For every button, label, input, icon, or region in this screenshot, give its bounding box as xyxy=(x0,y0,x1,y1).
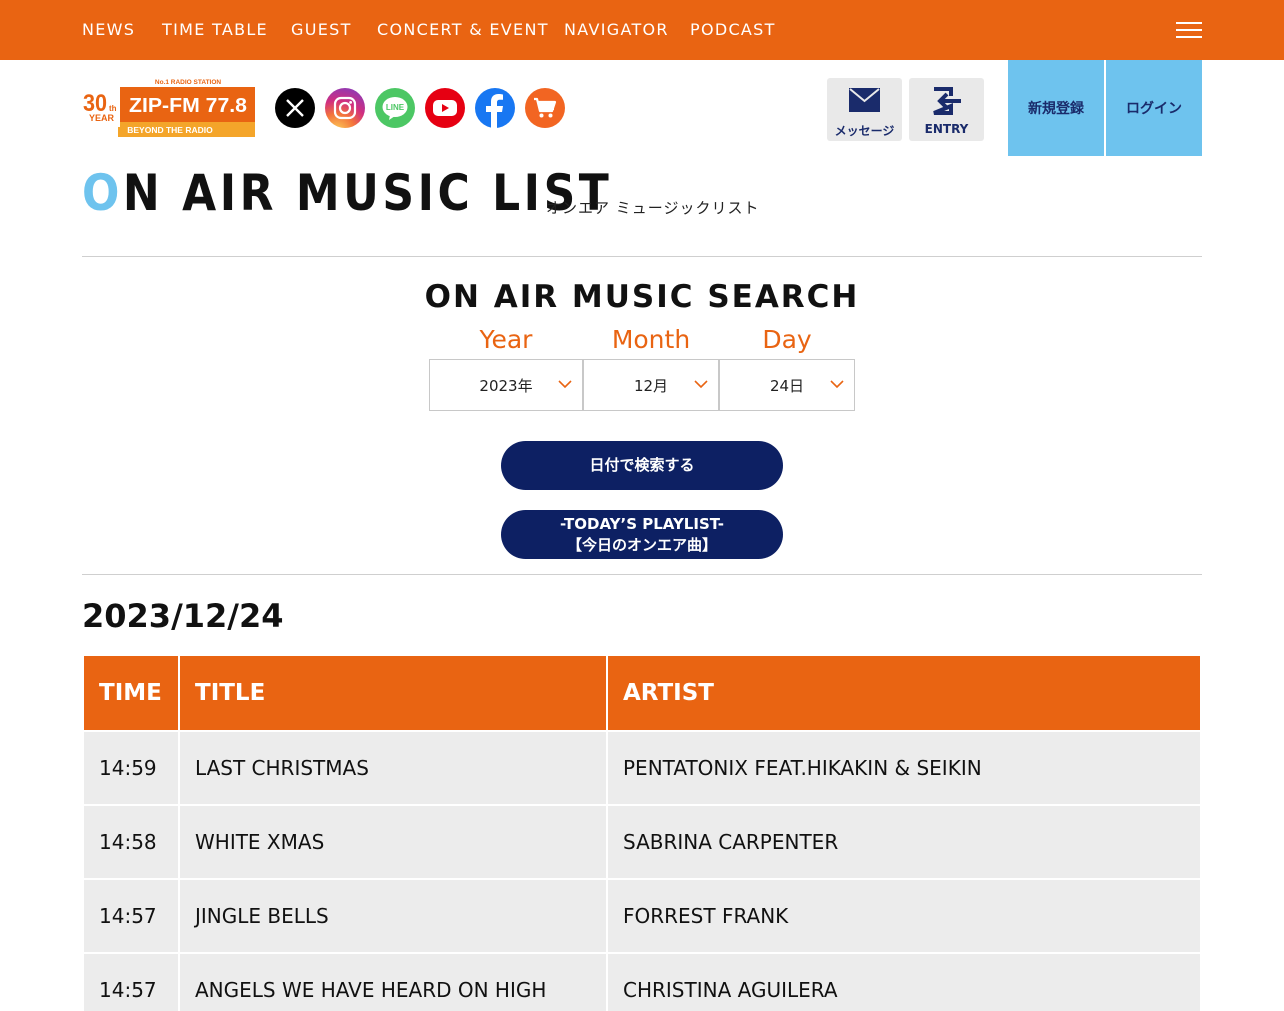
cell-title: ANGELS WE HAVE HEARD ON HIGH xyxy=(180,954,606,1011)
logo-name: ZIP-FM 77.8 xyxy=(129,95,247,117)
playlist-table: TIME TITLE ARTIST 14:59 LAST CHRISTMAS P… xyxy=(82,654,1202,1011)
chevron-down-icon xyxy=(694,380,708,389)
nav-item-navigator[interactable]: NAVIGATOR xyxy=(564,20,669,39)
cell-artist: FORREST FRANK xyxy=(608,880,1200,952)
playlist-date: 2023/12/24 xyxy=(82,597,284,635)
cart-icon[interactable] xyxy=(525,88,565,128)
year-label: Year xyxy=(479,325,533,354)
year-select-value: 2023年 xyxy=(479,376,533,395)
cell-title: LAST CHRISTMAS xyxy=(180,732,606,804)
todays-playlist-button[interactable]: -TODAY’S PLAYLIST- 【今日のオンエア曲】 xyxy=(501,510,783,559)
nav-item-guest[interactable]: GUEST xyxy=(291,20,352,39)
divider-bottom xyxy=(82,574,1202,575)
table-row: 14:57 JINGLE BELLS FORREST FRANK xyxy=(84,880,1200,952)
column-header-artist: ARTIST xyxy=(608,656,1200,730)
cell-time: 14:59 xyxy=(84,732,178,804)
nav-item-concert-event[interactable]: CONCERT & EVENT xyxy=(377,20,549,39)
chevron-down-icon xyxy=(558,380,572,389)
search-heading: ON AIR MUSIC SEARCH xyxy=(424,279,860,315)
cell-time: 14:58 xyxy=(84,806,178,878)
site-logo[interactable]: No.1 RADIO STATION ZIP-FM 77.8 BEYOND TH… xyxy=(82,77,255,138)
day-label: Day xyxy=(762,325,812,354)
line-icon-text: LINE xyxy=(386,103,405,112)
message-button-label: メッセージ xyxy=(834,124,895,138)
nav-item-news[interactable]: NEWS xyxy=(82,20,135,39)
column-header-time: TIME xyxy=(84,656,178,730)
mail-icon xyxy=(849,88,880,112)
column-header-title: TITLE xyxy=(180,656,606,730)
todays-playlist-line1: -TODAY’S PLAYLIST- xyxy=(560,514,724,533)
day-select-value: 24日 xyxy=(769,376,805,395)
zip-fm-logo: No.1 RADIO STATION ZIP-FM 77.8 BEYOND TH… xyxy=(82,79,255,137)
message-button[interactable]: メッセージ xyxy=(827,78,902,141)
x-icon[interactable] xyxy=(275,88,315,128)
month-label: Month xyxy=(611,325,691,354)
top-nav: NEWS TIME TABLE GUEST CONCERT & EVENT NA… xyxy=(0,0,1284,60)
page-title: ON AIR MUSIC LIST xyxy=(82,162,612,224)
youtube-icon[interactable] xyxy=(425,88,465,128)
search-by-date-button[interactable]: 日付で検索する xyxy=(501,441,783,490)
todays-playlist-line2: 【今日のオンエア曲】 xyxy=(566,535,717,554)
divider-top xyxy=(82,256,1202,257)
table-row: 14:58 WHITE XMAS SABRINA CARPENTER xyxy=(84,806,1200,878)
instagram-icon[interactable] xyxy=(325,88,365,128)
nav-item-podcast[interactable]: PODCAST xyxy=(690,20,776,39)
page-subtitle: オンエア ミュージックリスト xyxy=(546,199,760,217)
table-row: 14:59 LAST CHRISTMAS PENTATONIX FEAT.HIK… xyxy=(84,732,1200,804)
cell-title: WHITE XMAS xyxy=(180,806,606,878)
logo-tagline-bottom: BEYOND THE RADIO xyxy=(127,125,213,135)
login-button[interactable]: ログイン xyxy=(1106,60,1202,156)
entry-button[interactable]: ENTRY xyxy=(909,78,984,141)
logo-badge-th: th xyxy=(109,104,117,113)
table-header-row: TIME TITLE ARTIST xyxy=(84,656,1200,730)
logo-tagline-top: No.1 RADIO STATION xyxy=(155,79,222,86)
cell-title: JINGLE BELLS xyxy=(180,880,606,952)
entry-icon xyxy=(933,87,961,115)
nav-item-time-table[interactable]: TIME TABLE xyxy=(162,20,268,39)
year-select[interactable]: 2023年 xyxy=(429,359,583,411)
register-button[interactable]: 新規登録 xyxy=(1008,60,1104,156)
page-title-first-letter: O xyxy=(82,164,123,222)
cell-time: 14:57 xyxy=(84,880,178,952)
logo-badge-year: YEAR xyxy=(89,113,115,123)
line-icon[interactable]: LINE xyxy=(375,88,415,128)
month-select-value: 12月 xyxy=(633,376,669,395)
page-title-rest: N AIR MUSIC LIST xyxy=(122,164,613,222)
month-select[interactable]: 12月 xyxy=(583,359,719,411)
search-by-date-button-label: 日付で検索する xyxy=(589,456,695,474)
cell-artist: SABRINA CARPENTER xyxy=(608,806,1200,878)
cell-artist: CHRISTINA AGUILERA xyxy=(608,954,1200,1011)
table-row: 14:57 ANGELS WE HAVE HEARD ON HIGH CHRIS… xyxy=(84,954,1200,1011)
cell-artist: PENTATONIX FEAT.HIKAKIN & SEIKIN xyxy=(608,732,1200,804)
entry-button-label: ENTRY xyxy=(924,122,969,136)
cell-time: 14:57 xyxy=(84,954,178,1011)
hamburger-menu-icon[interactable] xyxy=(1176,22,1202,38)
chevron-down-icon xyxy=(830,380,844,389)
facebook-icon[interactable] xyxy=(475,88,515,128)
day-select[interactable]: 24日 xyxy=(719,359,855,411)
